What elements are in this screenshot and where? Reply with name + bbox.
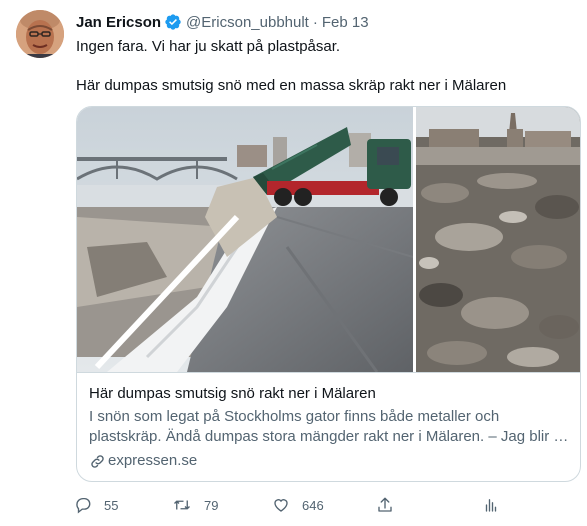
card-description: I snön som legat på Stockholms gator fin… (89, 407, 571, 447)
tweet-text-line2: Här dumpas smutsig snö med en massa skrä… (76, 77, 507, 94)
heart-icon (274, 499, 288, 512)
link-card[interactable]: Här dumpas smutsig snö rakt ner i Mälare… (76, 106, 581, 482)
retweet-button[interactable]: 79 (172, 494, 218, 516)
truck-dumping-snow-photo (77, 107, 414, 372)
tweet-text-line1: Ingen fara. Vi har ju skatt på plastpåsa… (76, 38, 341, 55)
share-icon (378, 497, 392, 512)
reply-icon (76, 497, 91, 514)
author-handle[interactable]: @Ericson_ubbhult (186, 14, 309, 31)
analytics-icon (485, 499, 497, 512)
author-name[interactable]: Jan Ericson (76, 14, 161, 31)
like-button[interactable]: 646 (272, 494, 324, 516)
analytics-button[interactable] (482, 494, 512, 516)
verified-badge-icon (164, 13, 182, 31)
tweet-date[interactable]: Feb 13 (322, 14, 369, 31)
retweet-icon (174, 500, 190, 510)
avatar[interactable] (16, 10, 64, 58)
card-media[interactable] (77, 107, 580, 372)
like-count: 646 (302, 497, 324, 513)
card-domain-text[interactable]: expressen.se (108, 451, 197, 471)
tweet[interactable]: Jan Ericson @Ericson_ubbhult · Feb 13 In… (0, 0, 587, 526)
reply-count: 55 (104, 497, 119, 513)
card-domain[interactable]: expressen.se (89, 451, 197, 471)
separator-dot: · (312, 13, 318, 31)
card-description-line2: plastskräp. Ändå dumpas stora mängder ra… (89, 428, 569, 445)
retweet-count: 79 (204, 497, 219, 513)
share-button[interactable] (376, 494, 406, 516)
tweet-header: Jan Ericson @Ericson_ubbhult · Feb 13 (76, 12, 369, 32)
link-icon (91, 454, 104, 468)
reply-button[interactable]: 55 (74, 494, 118, 516)
debris-in-lake-photo (416, 107, 580, 372)
card-divider (77, 372, 580, 373)
tweet-actions: 55 79 646 (72, 494, 582, 518)
card-title[interactable]: Här dumpas smutsig snö rakt ner i Mälare… (89, 384, 376, 404)
card-description-line1: I snön som legat på Stockholms gator fin… (89, 408, 500, 425)
